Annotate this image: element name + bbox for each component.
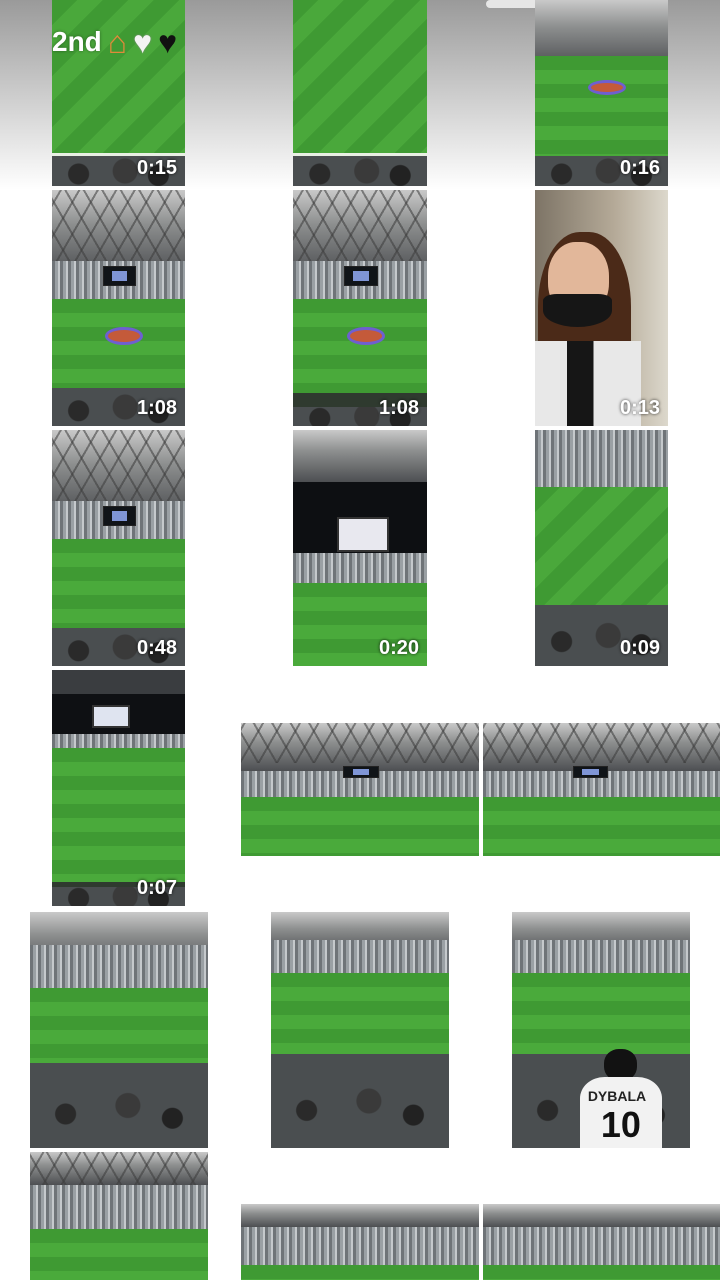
pitch: [52, 747, 185, 883]
roof: [52, 670, 185, 694]
roof-truss: [241, 723, 479, 763]
stadium-screen: [102, 505, 137, 527]
stands: [30, 1185, 208, 1229]
stadium-roof: [241, 1204, 479, 1227]
stands: [293, 552, 427, 584]
video-tile[interactable]: [271, 912, 449, 1148]
video-duration: 1:08: [136, 397, 177, 419]
video-tile[interactable]: 0:48: [52, 430, 185, 666]
video-tile[interactable]: 0:07: [52, 670, 185, 906]
center-circle: [105, 326, 144, 345]
stands: [30, 945, 208, 993]
pitch: [30, 1228, 208, 1280]
video-tile[interactable]: 0:16: [535, 0, 668, 186]
crowd: [30, 1063, 208, 1148]
jersey: DYBALA 10: [579, 1076, 662, 1148]
stands: [52, 733, 185, 748]
pitch: [512, 973, 690, 1054]
stands: [483, 1226, 720, 1265]
roof-truss: [483, 723, 720, 763]
video-duration: 1:08: [378, 397, 419, 419]
roof-truss: [30, 1152, 208, 1186]
video-tile[interactable]: [483, 1204, 720, 1280]
stadium-screen: [343, 265, 379, 287]
story-header: 2nd ⌂ ♥ ♥: [52, 26, 177, 58]
jersey-name: DYBALA: [587, 1088, 647, 1105]
video-tile[interactable]: 1:08: [52, 190, 185, 426]
stadium-roof: [483, 1204, 720, 1227]
roof-truss: [293, 190, 427, 261]
video-duration: 0:16: [619, 157, 660, 179]
pitch-line: [52, 152, 185, 156]
face-mask: [542, 293, 613, 327]
video-tile[interactable]: 1:08: [293, 190, 427, 426]
pitch: [52, 298, 185, 393]
video-tile[interactable]: 0:20: [293, 430, 427, 666]
center-circle: [346, 326, 385, 345]
video-duration: 0:15: [136, 157, 177, 179]
video-tile[interactable]: [241, 1204, 479, 1280]
pitch: [483, 797, 720, 856]
video-tile[interactable]: [241, 723, 479, 856]
pitch: [535, 55, 668, 159]
story-label: 2nd: [52, 26, 102, 57]
pitch: [271, 973, 449, 1054]
video-tile[interactable]: [483, 723, 720, 856]
stadium-screen: [91, 705, 131, 729]
fan-in-jersey: DYBALA 10: [579, 1048, 662, 1148]
selfie-thumbnail: [535, 190, 668, 426]
stadium-screen: [337, 517, 390, 552]
video-tile[interactable]: 0:13: [535, 190, 668, 426]
crowd: [293, 156, 427, 186]
house-icon: ⌂: [107, 24, 128, 60]
video-duration: 0:48: [136, 637, 177, 659]
roof-truss: [52, 430, 185, 501]
pitch: [52, 538, 185, 633]
stadium-screen: [102, 265, 137, 287]
pitch: [293, 298, 427, 393]
video-duration: 0:09: [619, 637, 660, 659]
pitch-line: [293, 152, 427, 156]
stands: [241, 1226, 479, 1265]
crowd: [271, 1053, 449, 1148]
video-duration: 0:07: [136, 877, 177, 899]
roof-truss: [52, 190, 185, 261]
stadium-screen: [573, 765, 609, 779]
video-tile[interactable]: 0:09: [535, 430, 668, 666]
video-tile[interactable]: [30, 912, 208, 1148]
video-duration: 0:13: [619, 397, 660, 419]
pitch-thumbnail: [535, 486, 668, 605]
black-heart-icon: ♥: [158, 24, 178, 60]
stadium-roof: [293, 430, 427, 482]
pitch: [30, 987, 208, 1064]
video-tile[interactable]: [293, 0, 427, 186]
jersey-number: 10: [600, 1103, 641, 1145]
white-heart-icon: ♥: [133, 24, 153, 60]
pitch: [241, 797, 479, 856]
pitch: [483, 1264, 720, 1280]
stadium-screen: [343, 765, 379, 779]
video-duration: 0:20: [378, 637, 419, 659]
video-tile[interactable]: [30, 1152, 208, 1280]
video-tile[interactable]: DYBALA 10: [512, 912, 690, 1148]
fan-head: [604, 1048, 637, 1081]
pitch: [241, 1264, 479, 1280]
